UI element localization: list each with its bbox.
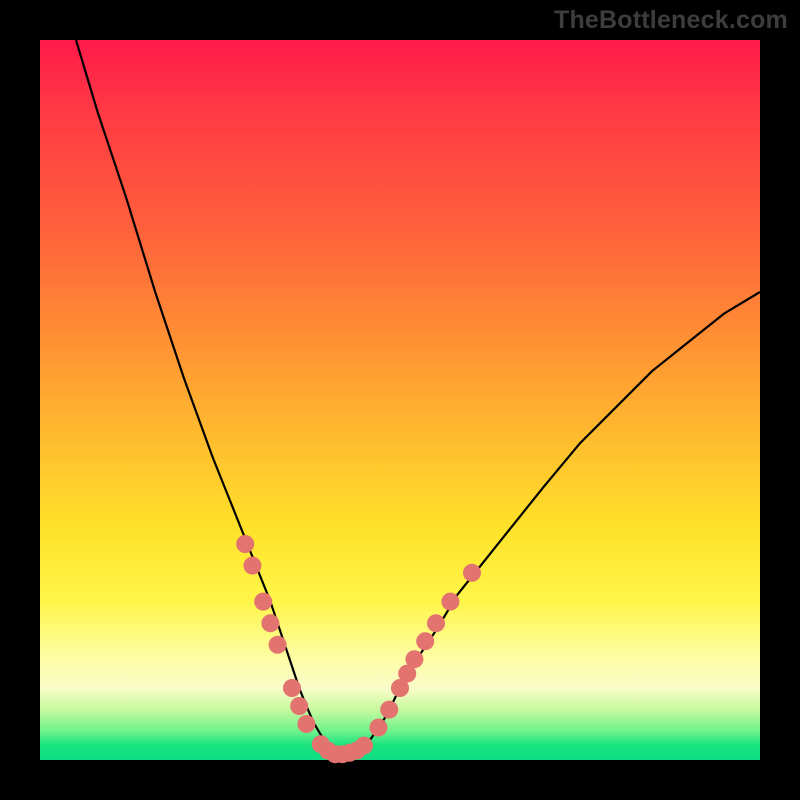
chart-frame: TheBottleneck.com <box>0 0 800 800</box>
marker-dot <box>369 719 387 737</box>
marker-dot <box>290 697 308 715</box>
marker-dot <box>427 614 445 632</box>
plot-area <box>40 40 760 760</box>
marker-dot <box>380 701 398 719</box>
marker-dot <box>463 564 481 582</box>
marker-dot <box>355 737 373 755</box>
marker-dot <box>283 679 301 697</box>
marker-dot <box>243 557 261 575</box>
marker-dot <box>236 535 254 553</box>
marker-dot <box>269 636 287 654</box>
marker-dot <box>405 650 423 668</box>
marker-dot <box>261 614 279 632</box>
curve-svg <box>40 40 760 760</box>
watermark-text: TheBottleneck.com <box>554 6 788 35</box>
highlight-markers <box>236 535 481 763</box>
marker-dot <box>441 593 459 611</box>
marker-dot <box>254 593 272 611</box>
marker-dot <box>416 632 434 650</box>
bottleneck-curve <box>76 40 760 754</box>
marker-dot <box>297 715 315 733</box>
